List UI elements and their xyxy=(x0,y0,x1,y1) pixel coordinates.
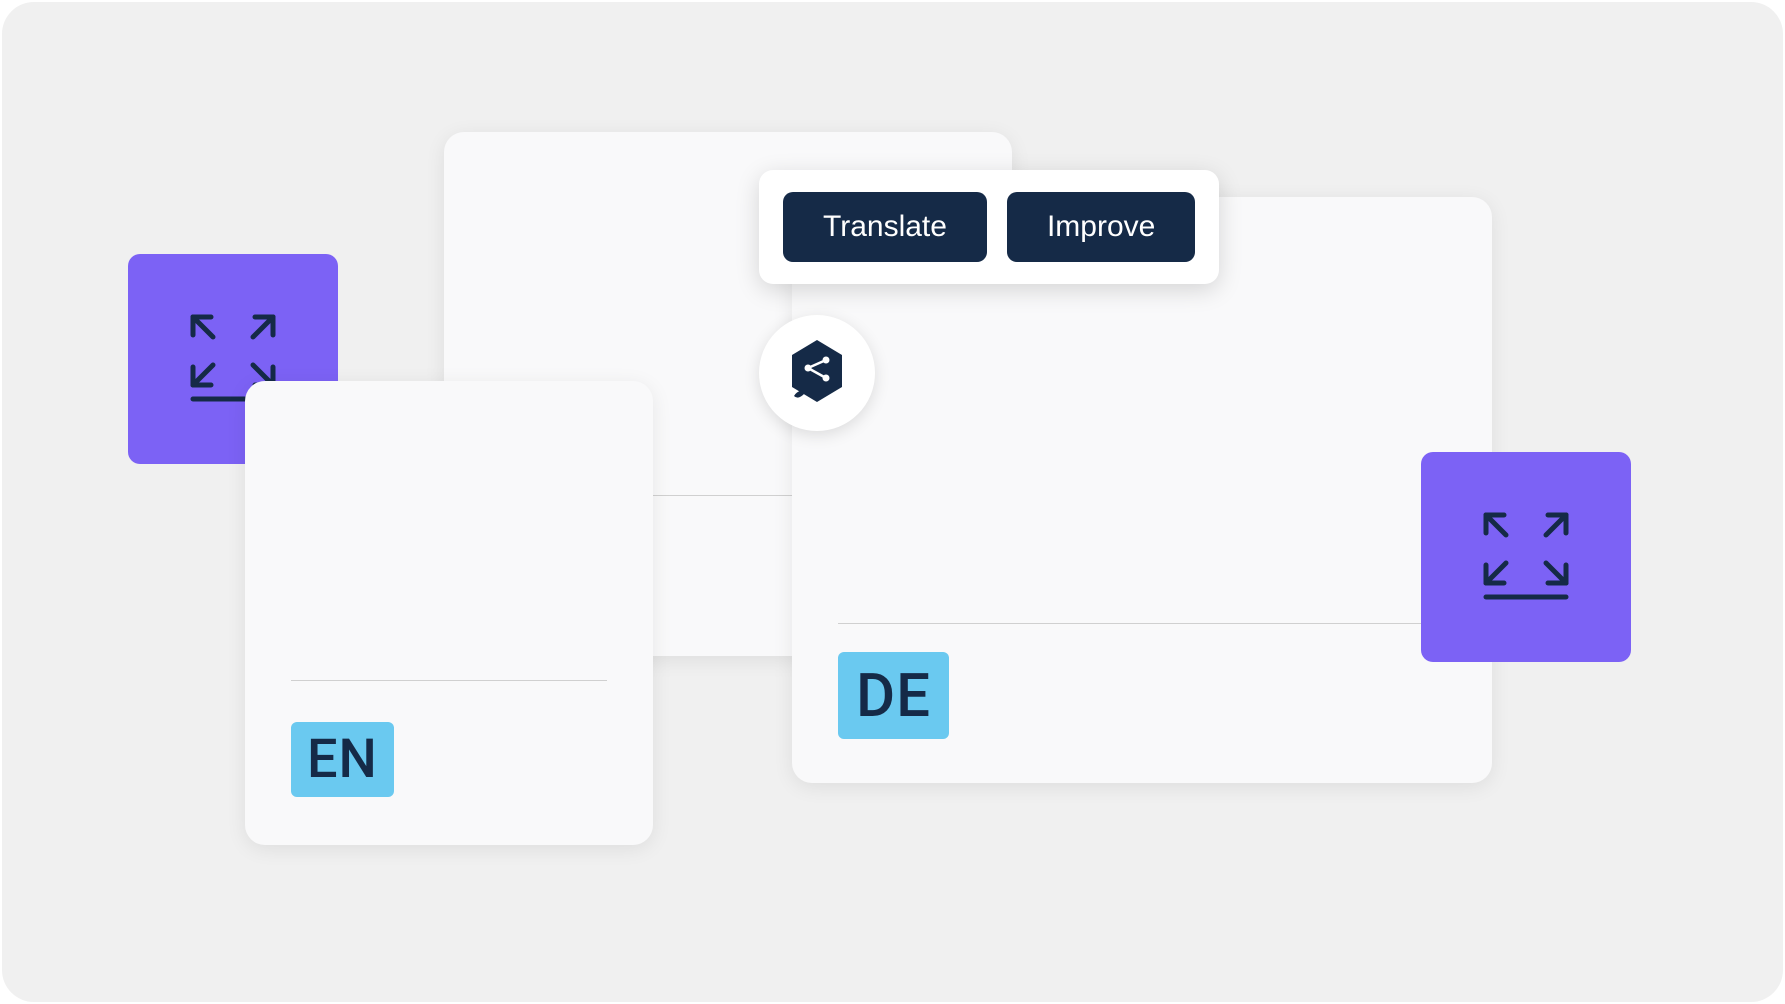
action-toolbar: Translate Improve xyxy=(759,170,1219,284)
card-divider xyxy=(838,623,1446,624)
canvas: JA EN DE xyxy=(2,2,1783,1002)
expand-tile-decorative xyxy=(1421,452,1631,662)
hexagon-share-icon xyxy=(788,338,846,408)
language-badge-en: EN xyxy=(291,722,394,797)
card-divider xyxy=(291,680,607,681)
language-badge-de: DE xyxy=(838,652,949,739)
translate-button[interactable]: Translate xyxy=(783,192,987,262)
app-logo xyxy=(759,315,875,431)
language-card-de: DE xyxy=(792,197,1492,783)
expand-icon xyxy=(1476,505,1576,609)
language-card-en: EN xyxy=(245,381,653,845)
improve-button[interactable]: Improve xyxy=(1007,192,1195,262)
